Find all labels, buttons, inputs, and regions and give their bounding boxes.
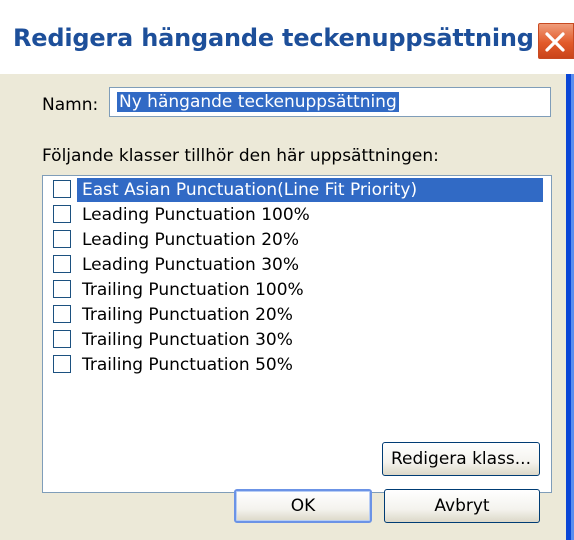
item-checkbox[interactable] — [53, 330, 71, 348]
list-item[interactable]: Trailing Punctuation 20% — [47, 303, 543, 327]
edit-class-button[interactable]: Redigera klass... — [382, 442, 540, 476]
close-button[interactable] — [536, 21, 574, 61]
list-item-label: Trailing Punctuation 30% — [82, 330, 293, 350]
item-checkbox[interactable] — [53, 180, 71, 198]
cancel-button[interactable]: Avbryt — [384, 489, 540, 523]
list-item[interactable]: Leading Punctuation 30% — [47, 253, 543, 277]
list-item[interactable]: Leading Punctuation 20% — [47, 228, 543, 252]
title-bar[interactable]: Redigera hängande teckenuppsättning — [0, 0, 574, 74]
name-input[interactable]: Ny hängande teckenuppsättning — [109, 87, 551, 117]
list-item[interactable]: East Asian Punctuation(Line Fit Priority… — [47, 178, 543, 202]
name-label: Namn: — [42, 95, 99, 115]
list-item-label: Trailing Punctuation 50% — [82, 355, 293, 375]
list-item-label: Leading Punctuation 30% — [82, 255, 299, 275]
dialog-window: Redigera hängande teckenuppsättning Namn… — [0, 0, 574, 540]
list-item[interactable]: Trailing Punctuation 50% — [47, 353, 543, 377]
item-checkbox[interactable] — [53, 255, 71, 273]
item-checkbox[interactable] — [53, 230, 71, 248]
list-item[interactable]: Trailing Punctuation 30% — [47, 328, 543, 352]
list-item-label: Leading Punctuation 100% — [82, 205, 310, 225]
list-item-label: Trailing Punctuation 100% — [82, 280, 304, 300]
dialog-body: Namn: Ny hängande teckenuppsättning Följ… — [0, 74, 574, 540]
item-checkbox[interactable] — [53, 205, 71, 223]
list-item[interactable]: Leading Punctuation 100% — [47, 203, 543, 227]
item-checkbox[interactable] — [53, 355, 71, 373]
list-item-label: East Asian Punctuation(Line Fit Priority… — [77, 178, 543, 202]
close-icon — [545, 32, 565, 52]
list-item[interactable]: Trailing Punctuation 100% — [47, 278, 543, 302]
name-input-value: Ny hängande teckenuppsättning — [117, 92, 399, 112]
classes-label: Följande klasser tillhör den här uppsätt… — [42, 146, 439, 166]
list-item-label: Leading Punctuation 20% — [82, 230, 299, 250]
list-item-label: Trailing Punctuation 20% — [82, 305, 293, 325]
ok-button[interactable]: OK — [234, 489, 372, 523]
window-title: Redigera hängande teckenuppsättning — [13, 24, 534, 52]
item-checkbox[interactable] — [53, 280, 71, 298]
item-checkbox[interactable] — [53, 305, 71, 323]
